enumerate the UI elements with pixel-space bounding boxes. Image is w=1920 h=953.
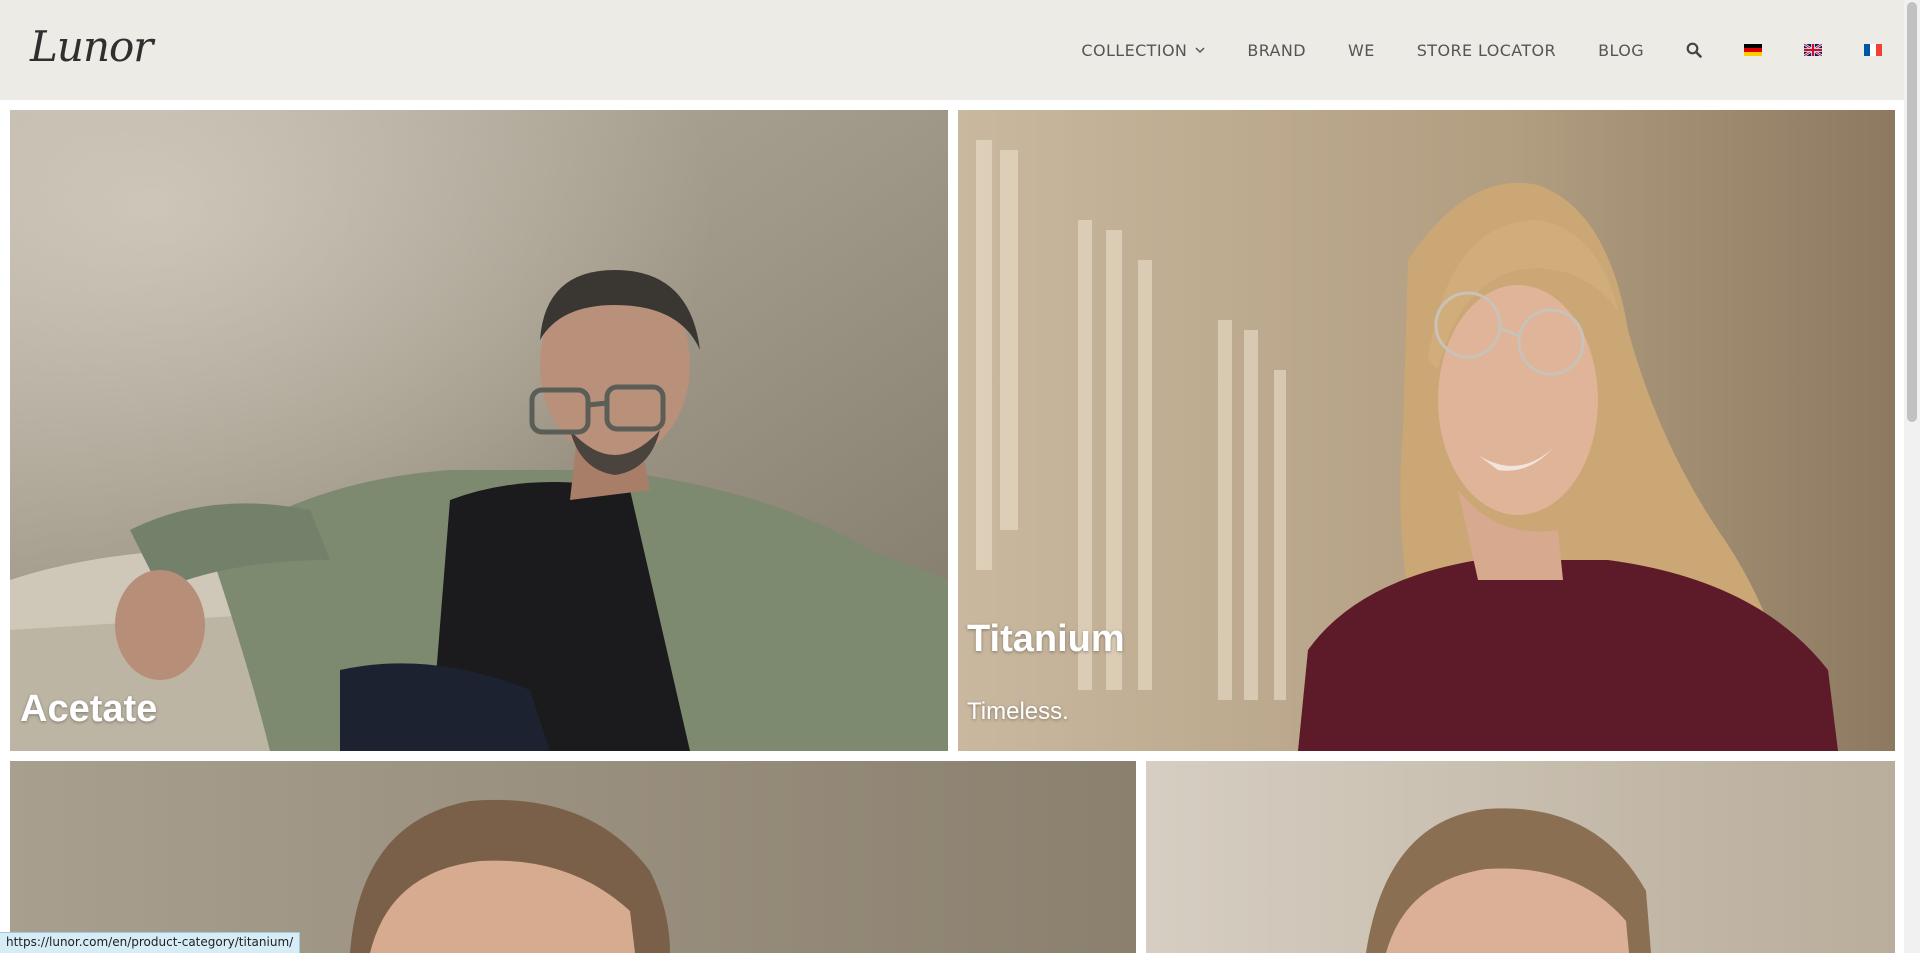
category-tile-acetate[interactable]: Acetate [10, 110, 948, 751]
logo[interactable]: Lunor [30, 22, 153, 71]
nav-item-label: COLLECTION [1081, 40, 1188, 60]
site-header: Lunor COLLECTION BRAND WE STORE LOCATOR … [0, 0, 1904, 100]
flag-france-icon[interactable] [1864, 44, 1882, 56]
tile-subtitle: Timeless. [967, 698, 1069, 725]
search-icon[interactable] [1686, 42, 1702, 58]
page-scrollbar[interactable] [1904, 0, 1920, 953]
tile-title: Titanium [967, 618, 1125, 660]
nav-item-brand[interactable]: BRAND [1247, 41, 1306, 60]
status-bar-url: https://lunor.com/en/product-category/ti… [0, 932, 301, 953]
category-tile-bottom-left[interactable] [10, 761, 1136, 953]
bottom-right-photo [1146, 761, 1895, 953]
nav-item-blog[interactable]: BLOG [1598, 41, 1644, 60]
nav-item-we[interactable]: WE [1348, 41, 1375, 60]
bottom-left-photo [10, 761, 1136, 953]
flag-germany-icon[interactable] [1744, 44, 1762, 56]
main-nav: COLLECTION BRAND WE STORE LOCATOR BLOG [1081, 0, 1882, 100]
tile-title: Acetate [20, 688, 158, 730]
nav-item-label: STORE LOCATOR [1416, 40, 1557, 60]
nav-item-label: BLOG [1598, 40, 1644, 60]
flag-uk-icon[interactable] [1804, 44, 1822, 56]
scrollbar-thumb[interactable] [1907, 2, 1917, 422]
nav-item-collection[interactable]: COLLECTION [1081, 41, 1205, 60]
category-tile-titanium[interactable]: Titanium Timeless. [958, 110, 1895, 751]
acetate-photo [10, 110, 948, 751]
nav-item-label: BRAND [1247, 40, 1306, 60]
chevron-down-icon [1195, 46, 1205, 54]
category-tile-bottom-right[interactable] [1146, 761, 1895, 953]
nav-item-store-locator[interactable]: STORE LOCATOR [1417, 41, 1556, 60]
nav-item-label: WE [1348, 40, 1375, 60]
